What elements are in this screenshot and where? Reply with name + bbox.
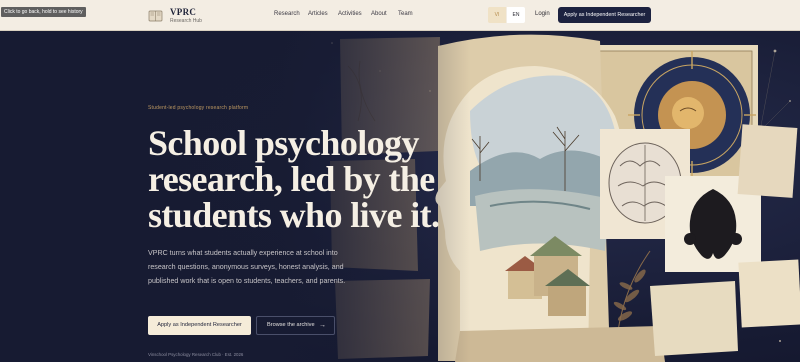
headline-line-2: research, led by the [148,159,435,199]
hero-lead: VPRC turns what students actually experi… [148,249,346,285]
club-footnote: Vinschool Psychology Research Club · Est… [148,352,244,357]
nav-item-about[interactable]: About [371,11,387,17]
login-link[interactable]: Login [535,11,550,17]
headline-line-1: School psychology [148,123,419,163]
nav-item-activities[interactable]: Activities [338,11,362,17]
hero-eyebrow: Student-led psychology research platform [148,105,249,111]
back-button-tooltip: Click to go back, hold to see history [1,7,86,17]
apply-researcher-button[interactable]: Apply as Independent Researcher [558,7,651,23]
nav-item-team[interactable]: Team [398,11,413,17]
language-vi-button[interactable]: VI [488,7,506,23]
headline-line-3: students who live it. [148,195,440,235]
browse-archive-button[interactable]: Browse the archive → [256,316,335,335]
nav-item-research[interactable]: Research [274,11,300,17]
brand-name[interactable]: VPRC [170,7,196,17]
browse-archive-label: Browse the archive [267,322,315,328]
book-logo-icon[interactable] [148,8,163,23]
arrow-right-icon: → [319,322,326,329]
brand-subtitle: Research Hub [170,18,202,24]
apply-researcher-cta[interactable]: Apply as Independent Researcher [148,316,251,335]
language-en-button[interactable]: EN [507,7,525,23]
nav-item-articles[interactable]: Articles [308,11,328,17]
site-header: Click to go back, hold to see history VP… [0,0,800,31]
hero-section: Student-led psychology research platform… [0,31,800,362]
hero-headline: School psychology research, led by the s… [148,125,448,233]
